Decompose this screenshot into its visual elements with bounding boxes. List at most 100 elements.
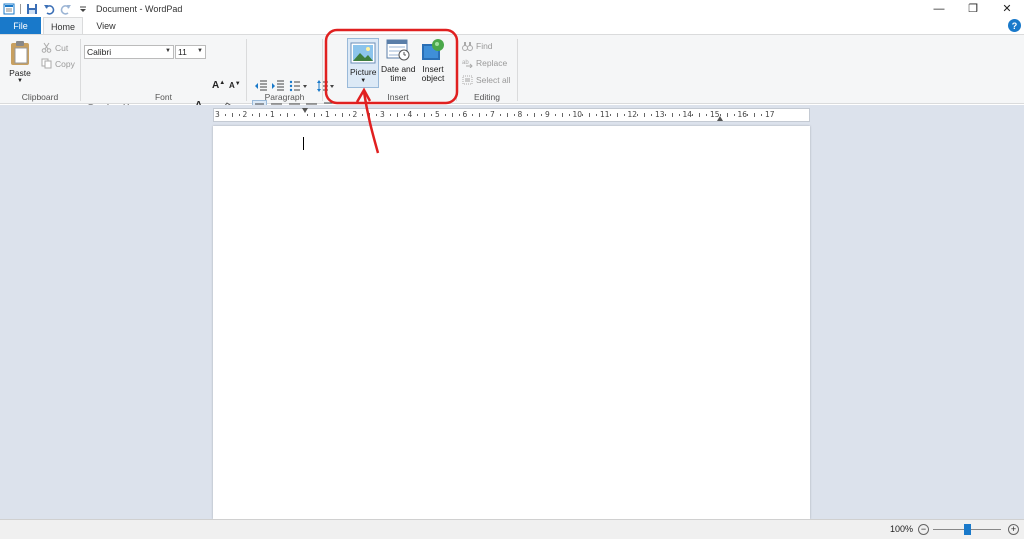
chevron-down-icon: ▼ <box>165 48 171 54</box>
ruler-minor-tick <box>266 114 268 116</box>
ruler-minor-tick <box>596 114 598 116</box>
find-label: Find <box>476 41 493 51</box>
undo-icon[interactable] <box>43 3 55 15</box>
horizontal-ruler[interactable]: 3 2 1 1 2 3 4 5 6 7 8 9 10 11 12 13 14 15 16 17 <box>213 108 810 122</box>
insert-date-time-button[interactable]: Date and time <box>381 38 416 83</box>
window-title: Document - WordPad <box>96 3 183 14</box>
ruler-tick-label: 3 <box>215 110 220 119</box>
ruler-tick-label: 6 <box>462 110 468 119</box>
zoom-in-button[interactable]: + <box>1008 524 1019 535</box>
ruler-minor-tick <box>534 113 536 117</box>
ruler-minor-tick <box>609 114 611 116</box>
increase-indent-icon <box>272 80 284 91</box>
font-family-select[interactable]: Calibri ▼ <box>84 45 174 59</box>
redo-icon[interactable] <box>60 3 72 15</box>
select-all-button[interactable]: Select all <box>462 75 511 85</box>
replace-icon: ab <box>462 60 473 68</box>
help-button[interactable]: ? <box>1008 19 1021 32</box>
minimize-button[interactable]: — <box>922 0 956 17</box>
ruler-tick-label: 17 <box>765 110 775 119</box>
zoom-slider-thumb[interactable] <box>963 524 971 535</box>
shrink-font-button[interactable]: A▼ <box>229 81 241 90</box>
insert-picture-button[interactable]: Picture ▼ <box>347 38 380 88</box>
ruler-minor-tick <box>699 113 701 117</box>
ruler-minor-tick <box>314 113 316 117</box>
insert-object-button[interactable]: Insert object <box>420 38 446 83</box>
font-size-select[interactable]: 11 ▼ <box>175 45 206 59</box>
copy-icon <box>40 58 52 69</box>
zoom-level: 100% <box>890 524 914 534</box>
decrease-indent-icon <box>255 80 267 91</box>
close-button[interactable]: ✕ <box>990 0 1024 17</box>
ruler-tick-label: 13 <box>655 110 665 119</box>
bullet-list-button[interactable] <box>289 80 307 94</box>
ruler-minor-tick <box>238 114 240 116</box>
replace-label: Replace <box>476 58 508 68</box>
replace-button[interactable]: ab Replace <box>462 58 507 68</box>
find-button[interactable]: Find <box>462 41 493 51</box>
ruler-minor-tick <box>561 113 563 117</box>
ruler-minor-tick <box>671 113 673 117</box>
ribbon-tabs: File Home View ? <box>0 17 1024 35</box>
ruler-minor-tick <box>486 114 488 116</box>
ruler-minor-tick <box>499 114 501 116</box>
ruler-minor-tick <box>293 114 295 116</box>
picture-icon <box>350 42 376 64</box>
ruler-minor-tick <box>616 113 618 117</box>
chevron-down-icon: ▼ <box>360 78 367 84</box>
ruler-minor-tick <box>623 114 625 116</box>
wordpad-app-icon[interactable] <box>3 3 15 15</box>
ruler-minor-tick <box>431 114 433 116</box>
document-workspace: 3 2 1 1 2 3 4 5 6 7 8 9 10 11 12 13 14 15 16 17 <box>0 105 1024 519</box>
insert-object-icon <box>422 39 444 60</box>
clipboard-group-label: Clipboard <box>21 92 59 102</box>
tab-home[interactable]: Home <box>43 17 83 35</box>
right-indent-marker[interactable] <box>717 116 723 121</box>
ruler-minor-tick <box>637 114 639 116</box>
cut-button[interactable]: Cut <box>40 42 68 53</box>
zoom-out-button[interactable]: − <box>918 524 929 535</box>
ruler-minor-tick <box>644 113 646 117</box>
quick-access-toolbar <box>0 0 94 17</box>
customize-qat-icon[interactable] <box>77 3 89 15</box>
ruler-minor-tick <box>348 114 350 116</box>
group-divider <box>322 39 323 101</box>
tab-view[interactable]: View <box>86 17 126 35</box>
ruler-tick-label: 11 <box>600 110 610 119</box>
ruler-tick-label: 16 <box>737 110 748 119</box>
svg-text:ab: ab <box>462 60 469 66</box>
ruler-minor-tick <box>506 113 508 117</box>
ruler-minor-tick <box>362 114 364 116</box>
paste-label: Paste <box>9 68 31 78</box>
paste-button[interactable]: Paste ▼ <box>7 40 33 84</box>
ruler-minor-tick <box>726 113 728 117</box>
restore-button[interactable]: ❐ <box>956 0 990 17</box>
ruler-minor-tick <box>341 113 343 117</box>
ruler-tick-label: 2 <box>352 110 358 119</box>
clipboard-group: Paste ▼ Cut Copy Clipboard <box>0 35 80 105</box>
ruler-minor-tick <box>513 114 515 116</box>
tab-file[interactable]: File <box>0 17 41 35</box>
ruler-minor-tick <box>747 114 749 116</box>
group-divider <box>517 39 518 101</box>
increase-indent-button[interactable] <box>271 80 285 94</box>
ruler-tick-label: 14 <box>682 110 693 119</box>
window-controls: — ❐ ✕ <box>922 0 1024 17</box>
copy-button[interactable]: Copy <box>40 58 75 69</box>
ruler-tick-label: 3 <box>380 110 385 119</box>
ruler-minor-tick <box>589 113 591 117</box>
left-indent-marker[interactable] <box>302 108 308 113</box>
ribbon: Paste ▼ Cut Copy Clipboard Font Calibri … <box>0 34 1024 115</box>
select-all-icon <box>462 75 473 85</box>
ruler-minor-tick <box>224 114 226 116</box>
document-page[interactable] <box>213 126 810 519</box>
line-spacing-button[interactable] <box>316 79 334 95</box>
save-icon[interactable] <box>26 3 38 15</box>
ruler-tick-label: 12 <box>627 110 638 119</box>
grow-font-button[interactable]: A▲ <box>212 80 225 91</box>
ruler-minor-tick <box>307 114 309 116</box>
decrease-indent-button[interactable] <box>254 80 268 94</box>
ruler-minor-tick <box>334 114 336 116</box>
ruler-minor-tick <box>651 114 653 116</box>
select-all-label: Select all <box>476 75 511 85</box>
